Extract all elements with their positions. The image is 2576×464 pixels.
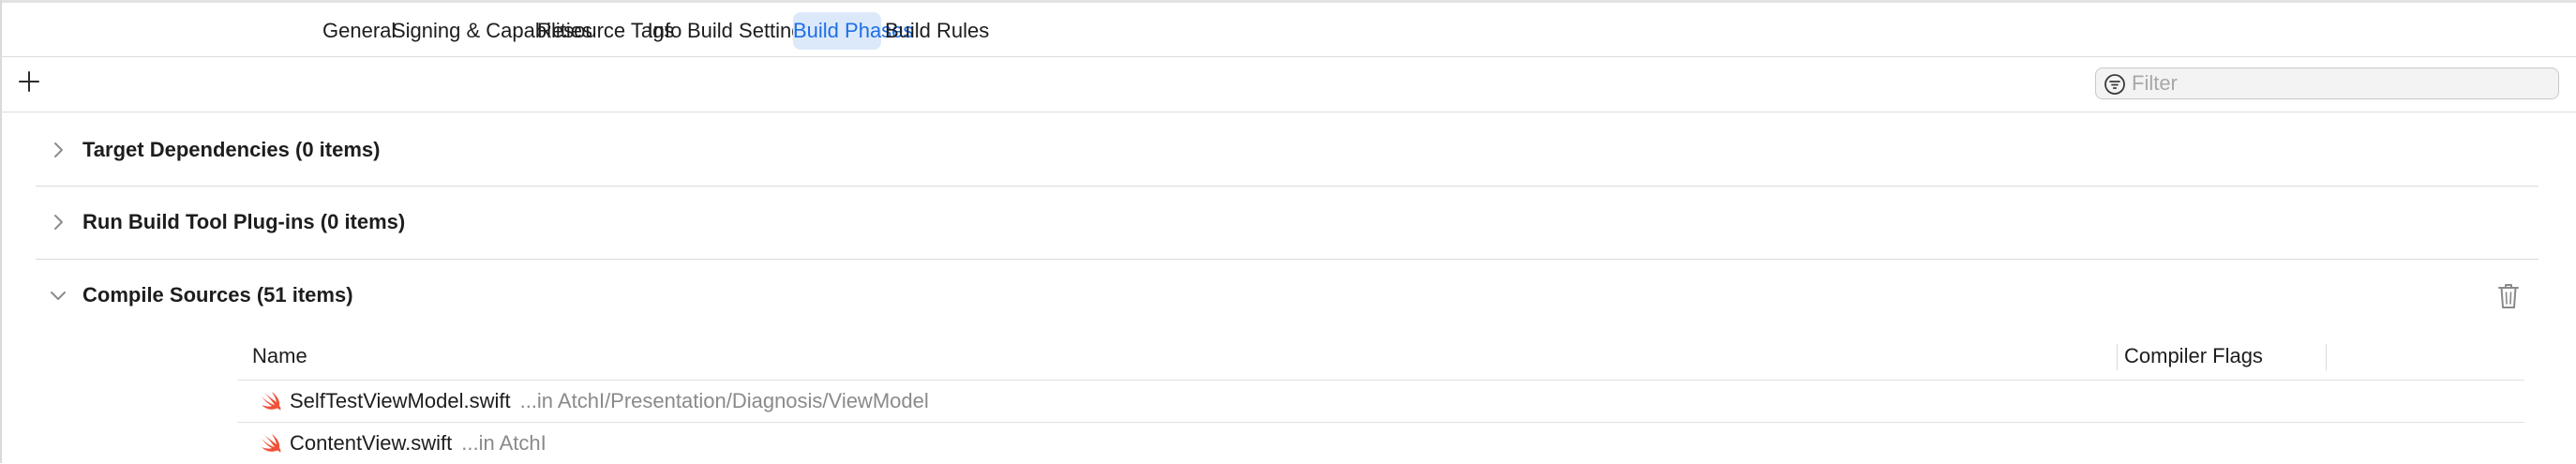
file-label: SelfTestViewModel.swift ...in AtchI/Prese…	[290, 381, 929, 422]
phase-title: Compile Sources (51 items)	[82, 283, 353, 307]
tab-signing-capabilities[interactable]: Signing & Capabilities	[392, 12, 592, 50]
column-divider[interactable]	[2326, 344, 2327, 370]
column-header-compiler-flags[interactable]: Compiler Flags	[2124, 333, 2263, 380]
file-name: SelfTestViewModel.swift	[290, 389, 511, 412]
table-row[interactable]: ContentView.swift ...in AtchI	[237, 423, 2524, 464]
file-name: ContentView.swift	[290, 431, 453, 455]
tab-resource-tags[interactable]: Resource Tags	[537, 12, 674, 50]
filter-input[interactable]	[2132, 68, 2544, 98]
phase-title: Target Dependencies (0 items)	[82, 138, 381, 161]
table-row[interactable]: SelfTestViewModel.swift ...in AtchI/Prese…	[237, 381, 2524, 422]
filter-circle-icon	[2104, 74, 2125, 95]
column-header-name[interactable]: Name	[252, 333, 307, 380]
column-divider[interactable]	[2117, 344, 2118, 370]
tab-build-rules[interactable]: Build Rules	[885, 12, 989, 50]
trash-icon[interactable]	[2496, 282, 2521, 310]
window-left-edge	[0, 0, 2, 463]
chevron-right-icon[interactable]	[49, 141, 67, 159]
phase-target-dependencies[interactable]: Target Dependencies (0 items)	[36, 114, 2539, 186]
tab-build-phases[interactable]: Build Phases	[793, 12, 913, 50]
tab-bar-divider	[0, 56, 2576, 57]
phase-title: Run Build Tool Plug-ins (0 items)	[82, 210, 406, 233]
phase-compile-sources[interactable]: Compile Sources (51 items)	[36, 260, 2539, 331]
tab-build-settings[interactable]: Build Settings	[687, 12, 814, 50]
file-location: ...in AtchI	[461, 431, 547, 455]
file-location: ...in AtchI/Presentation/Diagnosis/ViewM…	[519, 389, 929, 412]
tab-info[interactable]: Info	[645, 12, 684, 50]
chevron-down-icon[interactable]	[49, 286, 67, 305]
swift-file-icon	[262, 392, 281, 411]
file-label: ContentView.swift ...in AtchI	[290, 423, 547, 464]
plus-icon[interactable]	[15, 67, 43, 96]
phase-run-build-tool-plugins[interactable]: Run Build Tool Plug-ins (0 items)	[36, 187, 2539, 258]
editor-tab-bar: General Signing & Capabilities Resource …	[0, 3, 2576, 57]
swift-file-icon	[262, 434, 281, 453]
filter-field[interactable]	[2095, 67, 2559, 99]
chevron-right-icon[interactable]	[49, 213, 67, 232]
tab-general[interactable]: General	[322, 12, 396, 50]
